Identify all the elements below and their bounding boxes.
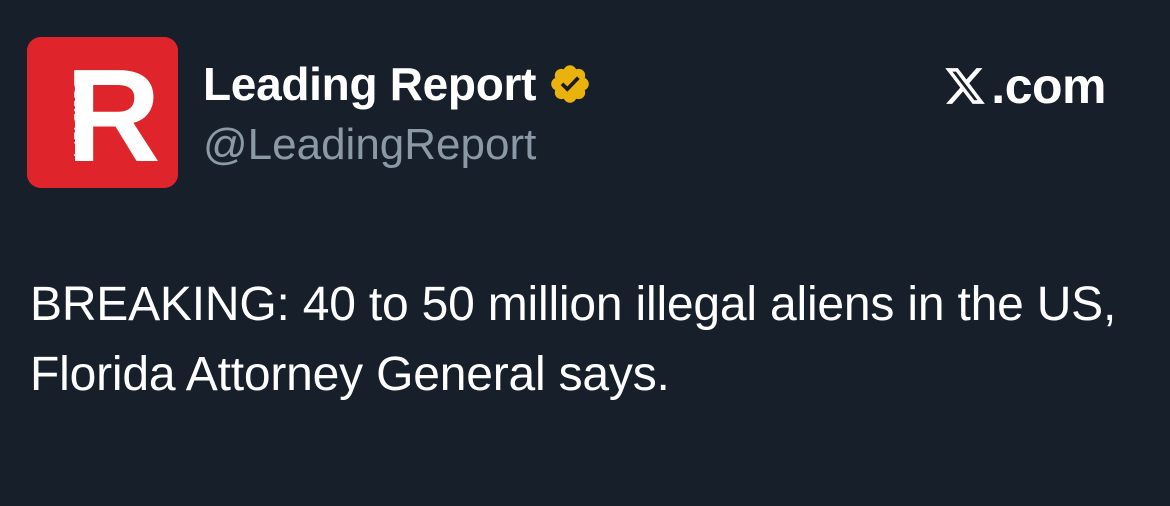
- brand-domain-text: .com: [991, 58, 1106, 114]
- name-row: Leading Report: [203, 56, 592, 112]
- x-brand: .com: [943, 58, 1106, 114]
- tweet-text: BREAKING: 40 to 50 million illegal alien…: [30, 278, 1117, 401]
- avatar[interactable]: R LEADING: [27, 37, 178, 188]
- display-name[interactable]: Leading Report: [203, 57, 536, 111]
- tweet-card: R LEADING Leading Report @LeadingReport …: [0, 0, 1170, 506]
- account-identity: Leading Report @LeadingReport: [203, 56, 592, 170]
- avatar-vertical-text: LEADING: [59, 82, 80, 168]
- account-handle[interactable]: @LeadingReport: [203, 120, 592, 170]
- leading-report-logo-icon: R LEADING: [27, 37, 178, 188]
- x-logo-icon: [945, 68, 986, 104]
- verified-badge-icon: [551, 65, 589, 103]
